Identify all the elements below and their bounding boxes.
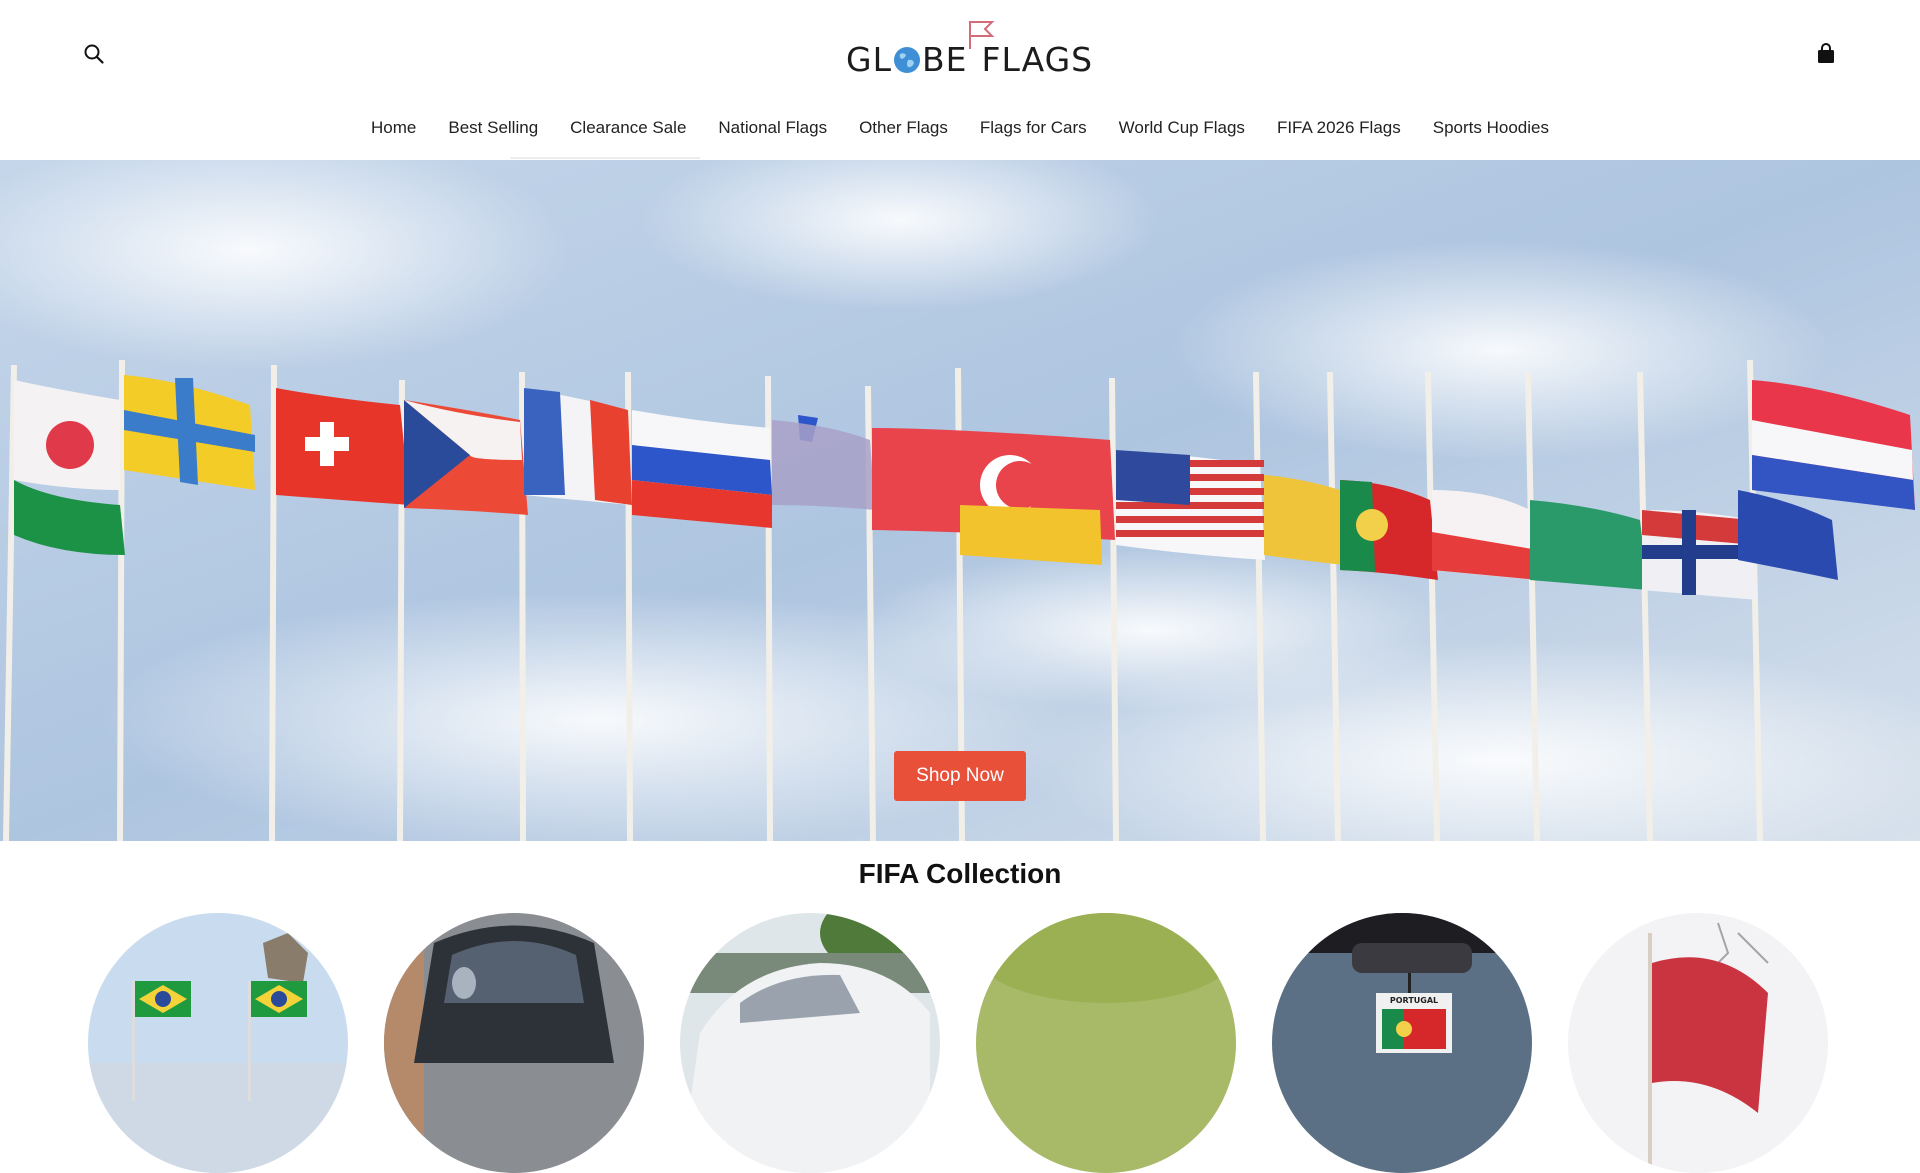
site-logo[interactable]: GL BE FLAGS [846,20,1092,79]
collection-image: PORTUGAL [1272,913,1532,1173]
nav-other-flags[interactable]: Other Flags [859,118,948,138]
nav-world-cup-flags[interactable]: World Cup Flags [1119,118,1245,138]
nav-hover-underline [510,157,700,159]
logo-text-left: GL [846,40,892,79]
logo-text-right: FLAGS [981,40,1094,79]
collection-item-brazil[interactable] [88,913,348,1173]
fifa-collection-title: FIFA Collection [858,858,1062,889]
site-header: GL BE FLAGS Home Best Selling Clearance … [0,0,1920,160]
collection-image [976,913,1236,1173]
collection-item-white-car[interactable] [680,913,940,1173]
collection-image [680,913,940,1173]
search-icon[interactable] [76,36,112,72]
collection-image [1568,913,1828,1173]
collection-image [384,913,644,1173]
collection-item-car-flags[interactable] [384,913,644,1173]
nav-home[interactable]: Home [371,118,416,138]
shop-now-button[interactable]: Shop Now [894,751,1026,801]
flag-icon [969,21,995,49]
nav-best-selling[interactable]: Best Selling [448,118,538,138]
collection-item-portugal[interactable]: PORTUGAL [1272,913,1532,1173]
collection-item-poland[interactable] [1568,913,1828,1173]
main-nav: Home Best Selling Clearance Sale Nationa… [0,118,1920,138]
nav-clearance-sale[interactable]: Clearance Sale [570,118,686,138]
nav-national-flags[interactable]: National Flags [718,118,827,138]
nav-fifa-2026-flags[interactable]: FIFA 2026 Flags [1277,118,1401,138]
collection-item-field[interactable] [976,913,1236,1173]
hero-flags-image [0,160,1920,841]
logo-text-mid: BE [921,40,968,79]
nav-sports-hoodies[interactable]: Sports Hoodies [1433,118,1549,138]
shopping-bag-icon[interactable] [1808,36,1844,72]
portugal-sticker-text: PORTUGAL [1390,996,1438,1005]
nav-flags-for-cars[interactable]: Flags for Cars [980,118,1087,138]
globe-icon [893,46,921,74]
collection-image [88,913,348,1173]
hero-banner [0,160,1920,841]
